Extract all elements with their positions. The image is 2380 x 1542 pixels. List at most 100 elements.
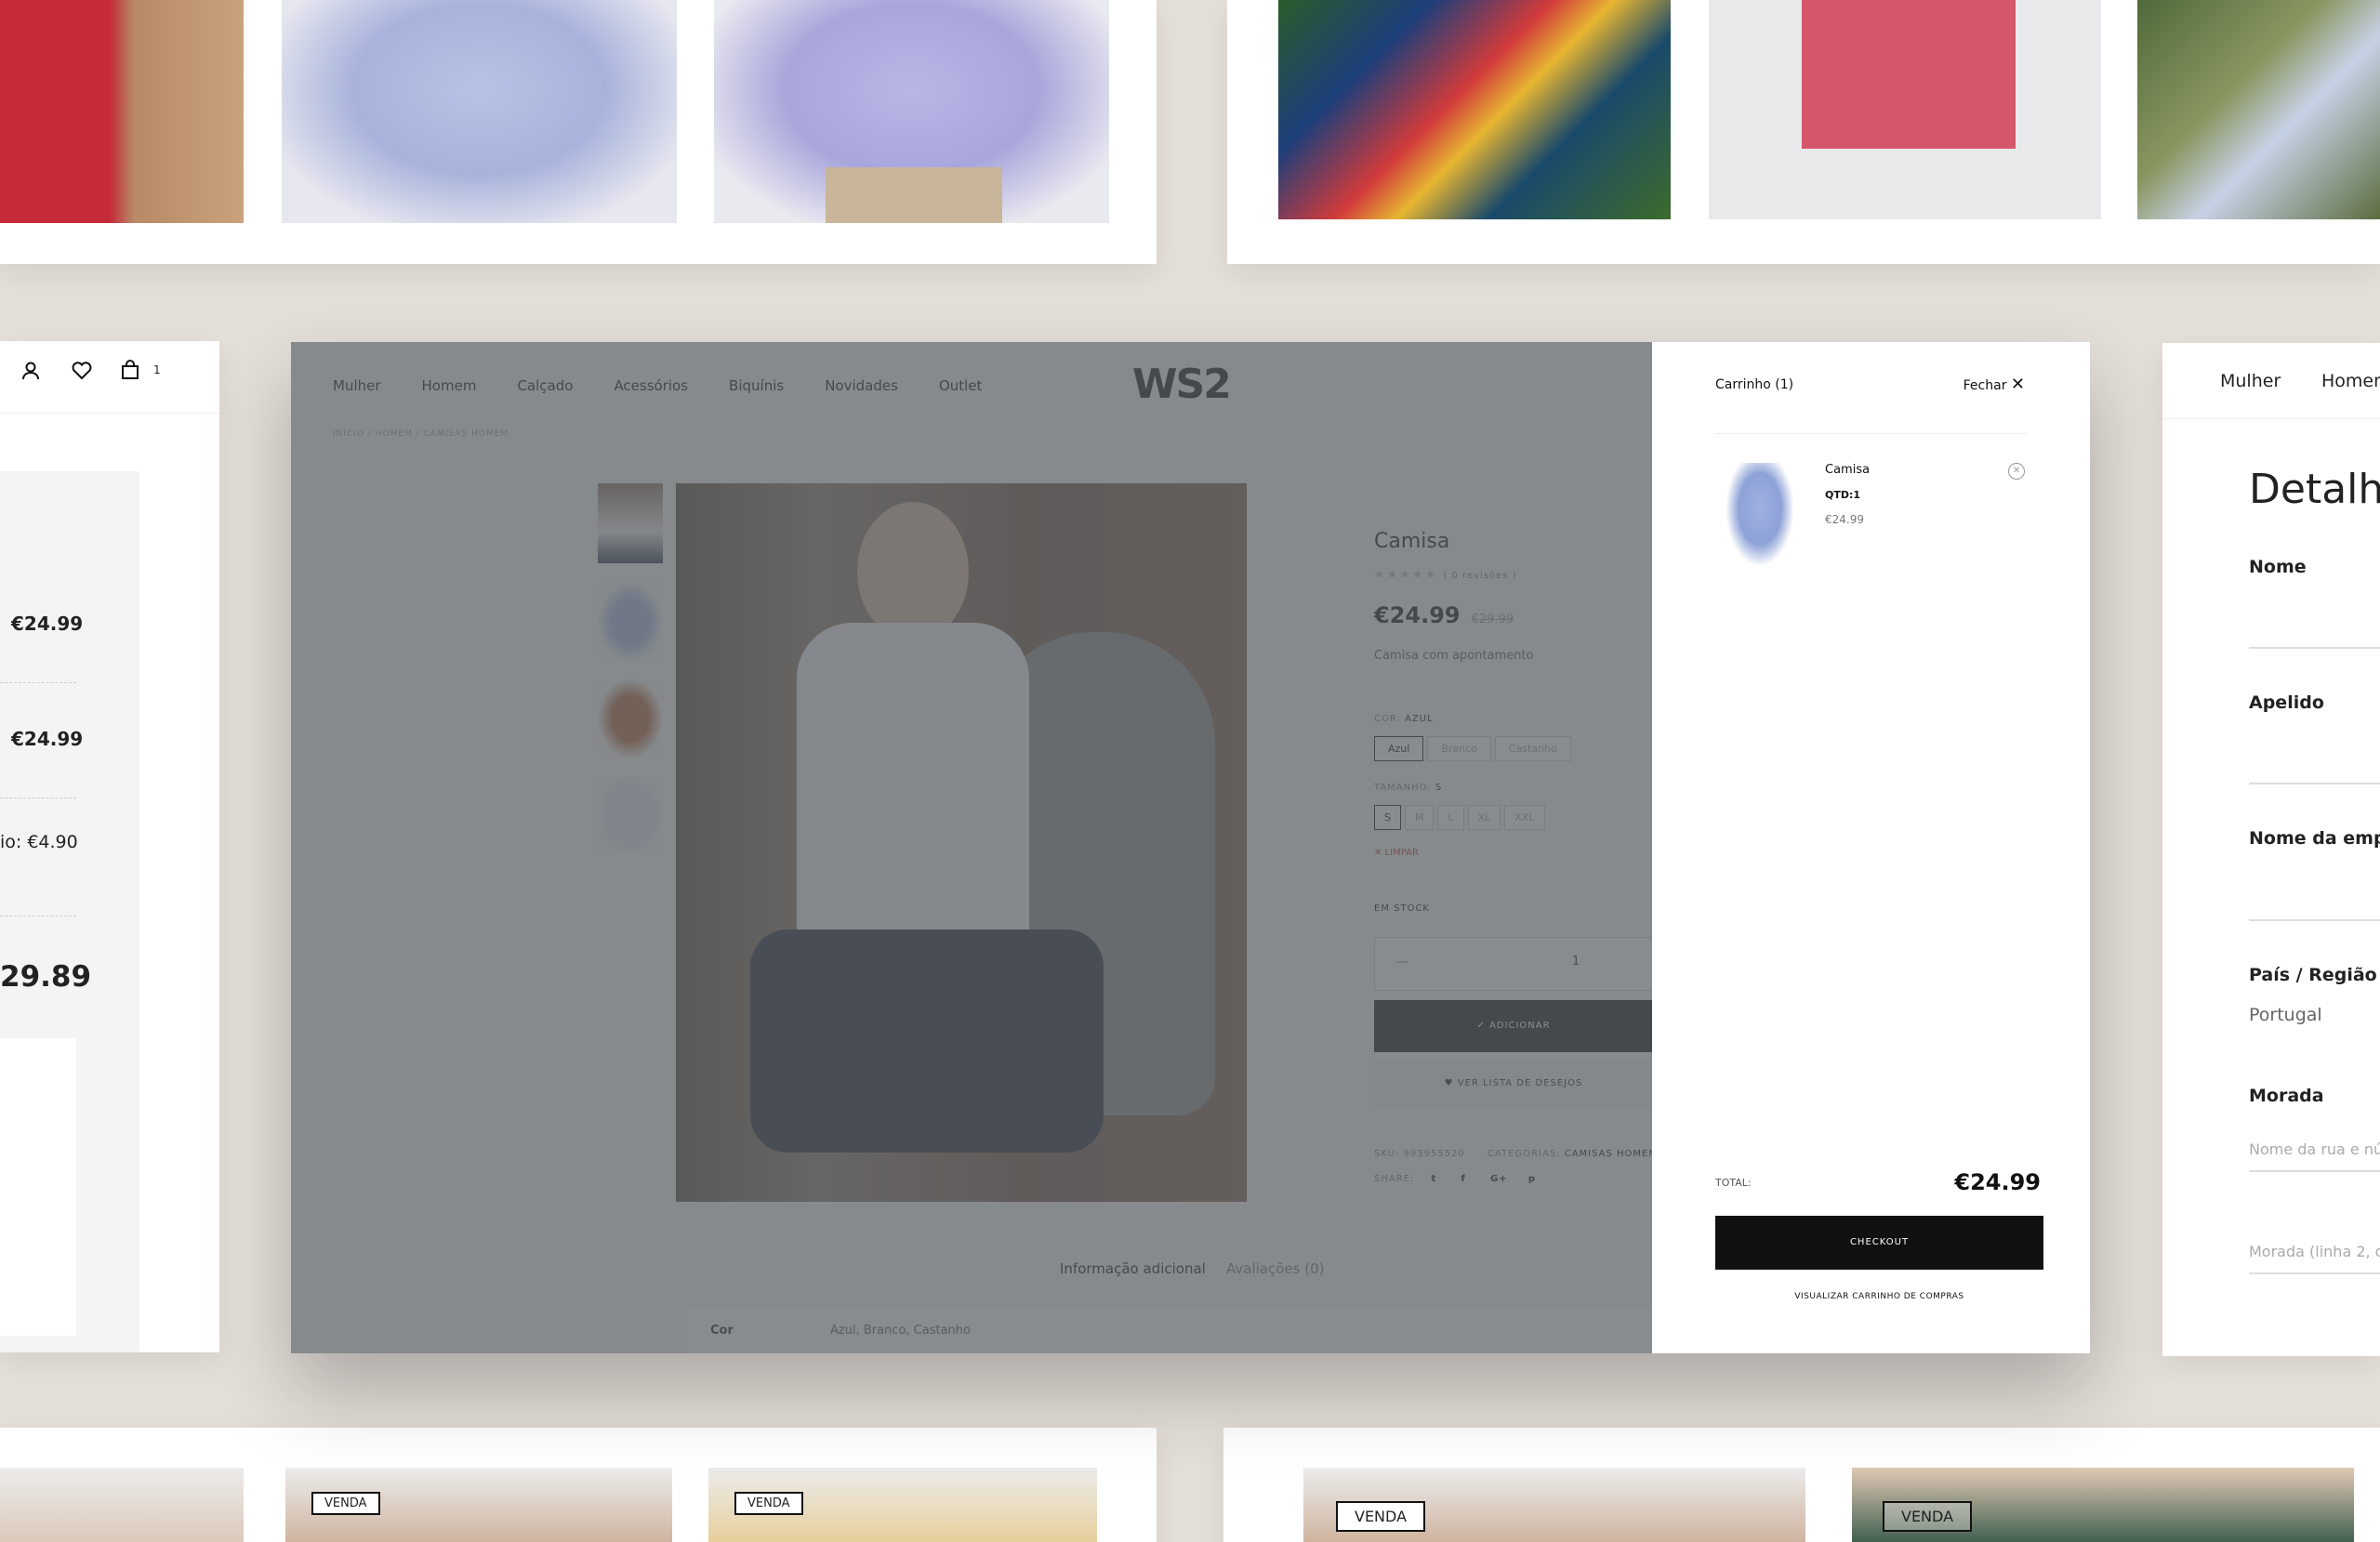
add-to-cart-button[interactable]: ✓ ADICIONAR: [1374, 1000, 1652, 1052]
product-meta: SKU: 993955520 CATEGORIAS: CAMISAS HOMEM…: [1374, 1149, 1652, 1159]
nav-item-outlet[interactable]: Outlet: [939, 377, 982, 394]
product-photo-blue-shirt-1: [282, 0, 677, 223]
twitter-icon[interactable]: t: [1432, 1174, 1437, 1184]
tab-additional-info[interactable]: Informação adicional: [1060, 1260, 1206, 1277]
thumbnail-4[interactable]: [598, 775, 663, 855]
color-row-label: COR: AZUL: [1374, 714, 1434, 724]
background-checkout-page: Mulher Homem Detalhe Nome Apelido Nome d…: [2162, 343, 2380, 1356]
cart-total-value: €24.99: [1954, 1169, 2041, 1195]
attribute-value: Azul, Branco, Castanho: [830, 1324, 971, 1338]
heart-icon: ♥: [1444, 1078, 1454, 1088]
bag-icon: [121, 360, 139, 380]
share-row: SHARE: t f G+ p: [1374, 1174, 1536, 1184]
line-price-1: €24.99: [11, 613, 84, 635]
nav-item-novidades[interactable]: Novidades: [825, 377, 898, 394]
nav-mulher: Mulher: [2220, 371, 2281, 391]
color-option-branco[interactable]: Branco: [1427, 736, 1491, 761]
checkout-button[interactable]: CHECKOUT: [1715, 1216, 2043, 1270]
order-total: 29.89: [0, 960, 92, 994]
nav-homem: Homem: [2321, 371, 2380, 391]
product-photo-red-top: [0, 0, 244, 223]
background-card-top-left: [0, 0, 1157, 264]
field-label-morada: Morada: [2249, 1086, 2324, 1106]
cart-item-image[interactable]: [1726, 463, 1793, 565]
product-photo-blue-shirt-2: [714, 0, 1109, 223]
size-option-m[interactable]: M: [1404, 805, 1435, 830]
address-placeholder: Nome da rua e nú: [2249, 1140, 2380, 1158]
nav-item-acessorios[interactable]: Acessórios: [614, 377, 688, 394]
background-card-bottom-right: VENDA VENDA: [1223, 1428, 2380, 1542]
sale-badge: VENDA: [1883, 1501, 1973, 1532]
size-option-xxl[interactable]: XXL: [1504, 805, 1545, 830]
view-cart-link[interactable]: VISUALIZAR CARRINHO DE COMPRAS: [1715, 1292, 2043, 1301]
cart-item-qty: QTD:1: [1825, 489, 1861, 501]
color-option-castanho[interactable]: Castanho: [1494, 736, 1571, 761]
size-option-l[interactable]: L: [1437, 805, 1464, 830]
cart-title: Carrinho (1): [1715, 377, 1794, 392]
field-label-apelido: Apelido: [2249, 692, 2324, 713]
stock-status: EM STOCK: [1374, 903, 1430, 914]
heart-icon: [72, 362, 92, 380]
thumbnail-3[interactable]: [598, 679, 663, 758]
cart-drawer: Carrinho (1) Fechar ✕ Camisa QTD:1 €24.9…: [1652, 342, 2090, 1353]
google-plus-icon[interactable]: G+: [1490, 1174, 1508, 1184]
qty-value[interactable]: 1: [1572, 955, 1580, 969]
product-page: Mulher Homem Calçado Acessórios Biquínis…: [291, 342, 1652, 1353]
field-label-empresa: Nome da empre: [2249, 828, 2380, 849]
checkout-title: Detalhe: [2249, 466, 2380, 513]
attribute-name: Cor: [710, 1324, 734, 1338]
main-product-image: [676, 483, 1247, 1202]
close-icon: ✕: [2010, 375, 2025, 394]
pinterest-icon[interactable]: p: [1528, 1174, 1536, 1184]
divider: [1715, 433, 2027, 434]
field-label-nome: Nome: [2249, 557, 2307, 577]
cart-count: 1: [153, 363, 161, 376]
nav-item-calcado[interactable]: Calçado: [517, 377, 573, 394]
color-option-azul[interactable]: Azul: [1374, 736, 1424, 761]
sale-badge: VENDA: [311, 1492, 380, 1515]
shipping-line: io: €4.90: [0, 832, 78, 852]
sale-badge: VENDA: [734, 1492, 803, 1515]
rating-stars: ★★★★★ ( 0 revisões ): [1374, 568, 1517, 582]
color-options: Azul Branco Castanho: [1374, 736, 1575, 761]
nav-item-biquinis[interactable]: Biquínis: [729, 377, 784, 394]
size-options: S M L XL XXL: [1374, 805, 1549, 830]
tab-reviews[interactable]: Avaliações (0): [1226, 1260, 1324, 1277]
attributes-table: Cor Azul, Branco, Castanho: [688, 1309, 1652, 1353]
background-card-bottom-left: VENDA VENDA: [0, 1428, 1157, 1542]
main-nav: Mulher Homem Calçado Acessórios Biquínis…: [333, 377, 982, 394]
site-logo[interactable]: WS2: [1132, 361, 1232, 408]
remove-item-icon[interactable]: ✕: [2008, 463, 2025, 480]
size-option-s[interactable]: S: [1374, 805, 1401, 830]
cart-item-price: €24.99: [1825, 513, 1864, 526]
product-photo-pink-pants: [1709, 0, 2101, 219]
background-cart-page: 1 €24.99 €24.99 io: €4.90 29.89: [0, 341, 219, 1352]
nav-item-mulher[interactable]: Mulher: [333, 377, 381, 394]
product-description: Camisa com apontamento: [1374, 649, 1534, 663]
size-option-xl[interactable]: XL: [1467, 805, 1501, 830]
qty-decrease[interactable]: —: [1395, 955, 1408, 969]
field-label-pais: País / Região: [2249, 965, 2377, 985]
user-icon: [22, 362, 39, 380]
current-price: €24.99: [1374, 602, 1461, 628]
wishlist-button[interactable]: ♥ VER LISTA DE DESEJOS: [1374, 1060, 1652, 1108]
product-photo-tropical-pants: [1278, 0, 1671, 219]
clear-selection[interactable]: ✕ LIMPAR: [1374, 848, 1419, 858]
thumbnail-2[interactable]: [598, 582, 663, 662]
product-photo-floral-pants: [2137, 0, 2380, 219]
line-price-2: €24.99: [11, 728, 84, 750]
review-count[interactable]: ( 0 revisões ): [1443, 571, 1516, 581]
size-row-label: TAMANHO: S: [1374, 783, 1443, 793]
thumbnail-1[interactable]: [598, 483, 663, 563]
facebook-icon[interactable]: f: [1461, 1174, 1466, 1184]
breadcrumb[interactable]: INÍCIO / HOMEM / CAMISAS HOMEM: [333, 429, 509, 439]
address2-placeholder: Morada (linha 2, o: [2249, 1243, 2380, 1260]
old-price: €29.99: [1471, 613, 1514, 626]
cart-item-name[interactable]: Camisa: [1825, 463, 1870, 477]
sale-badge: VENDA: [1336, 1501, 1426, 1532]
country-value: Portugal: [2249, 1005, 2322, 1025]
nav-item-homem[interactable]: Homem: [422, 377, 477, 394]
cart-close-button[interactable]: Fechar ✕: [1964, 375, 2025, 394]
check-icon: ✓: [1476, 1021, 1486, 1031]
quantity-stepper[interactable]: — 1: [1374, 937, 1652, 991]
